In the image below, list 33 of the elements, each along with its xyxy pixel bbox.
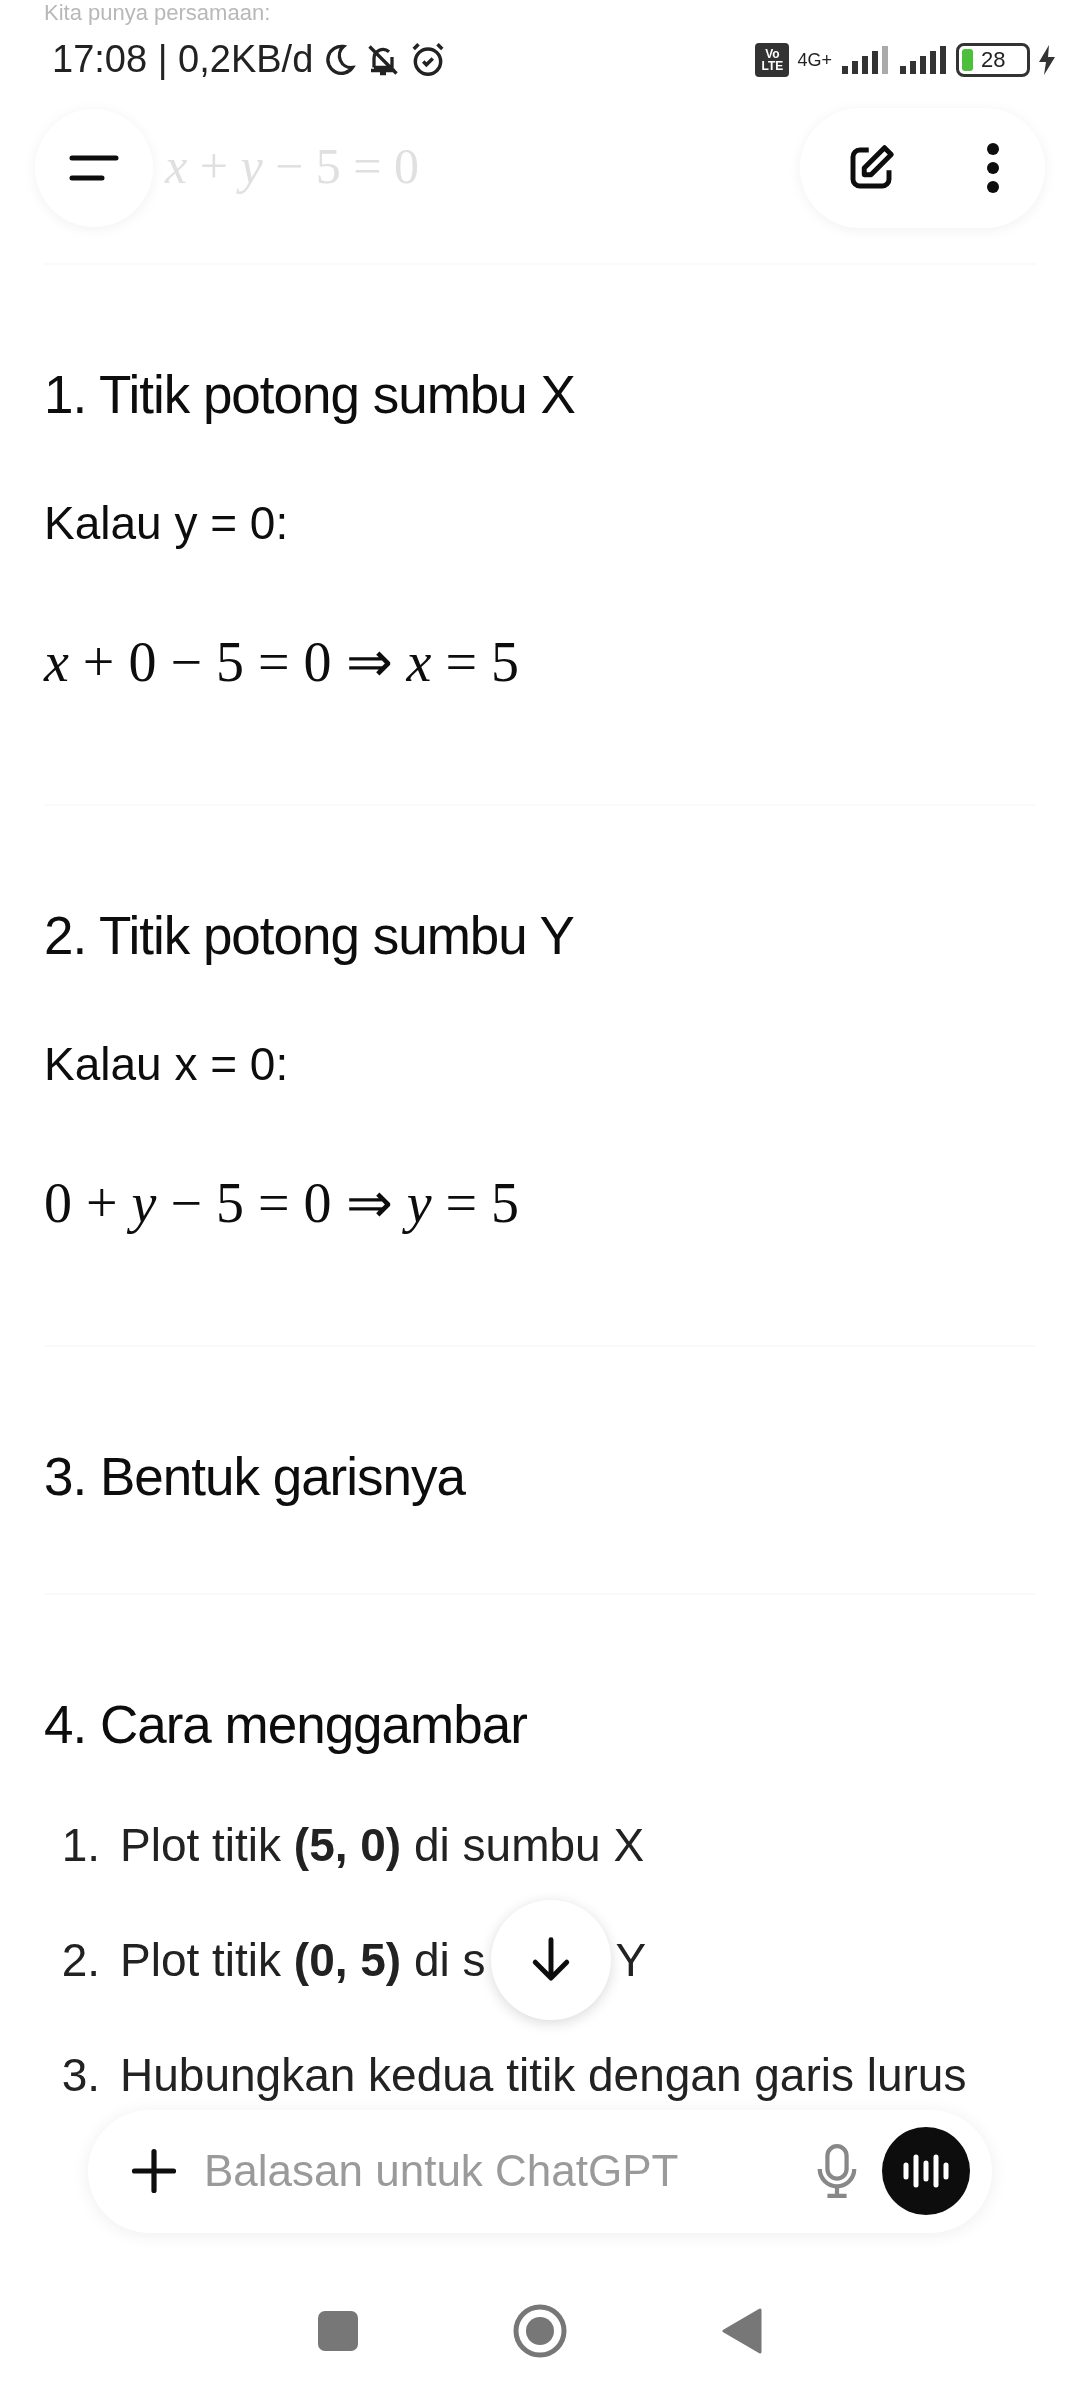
battery-fill	[962, 48, 973, 71]
home-button[interactable]	[513, 2304, 567, 2359]
faded-text: Kita punya persamaan:	[44, 0, 271, 26]
math-formula: x + 0 − 5 = 0 ⇒ x = 5	[44, 630, 521, 696]
step-text: Hubungkan kedua titik dengan garis lurus	[120, 2047, 967, 2103]
signal-icon	[898, 45, 948, 74]
square-icon	[318, 2311, 358, 2352]
signal-icon	[840, 45, 890, 74]
step-text: Plot titik (0, 5) di s	[120, 1932, 486, 1988]
section-heading: 3. Bentuk garisnya	[44, 1445, 467, 1508]
condition-text: Kalau x = 0:	[44, 1036, 290, 1092]
section-heading: 2. Titik potong sumbu Y	[44, 905, 575, 968]
math-formula: 0 + y − 5 = 0 ⇒ y = 5	[44, 1170, 521, 1236]
step-text: Plot titik (5, 0) di sumbu X	[120, 1817, 645, 1873]
triangle-icon	[722, 2308, 762, 2355]
step-number: 2.	[60, 1932, 100, 1988]
step-text: Y	[615, 1932, 647, 1988]
back-button[interactable]	[722, 2308, 762, 2355]
network-type: 4G+	[797, 50, 832, 69]
volte-text: Vo	[765, 47, 780, 60]
message-input[interactable]: Balasan untuk ChatGPT	[202, 2137, 792, 2206]
step-number: 3.	[60, 2047, 100, 2103]
section-heading: 4. Cara menggambar	[44, 1694, 528, 1757]
recents-button[interactable]	[318, 2311, 358, 2352]
circle-icon	[513, 2304, 567, 2359]
status-time: 17:08 | 0,2KB/d	[52, 37, 314, 83]
charging-icon	[1038, 44, 1056, 75]
condition-text: Kalau y = 0:	[44, 496, 290, 552]
volte-text: LTE	[761, 59, 784, 72]
more-icon	[985, 140, 1002, 195]
battery-level: 28	[981, 47, 1006, 72]
section-heading: 1. Titik potong sumbu X	[44, 364, 576, 427]
step-number: 1.	[60, 1817, 100, 1873]
